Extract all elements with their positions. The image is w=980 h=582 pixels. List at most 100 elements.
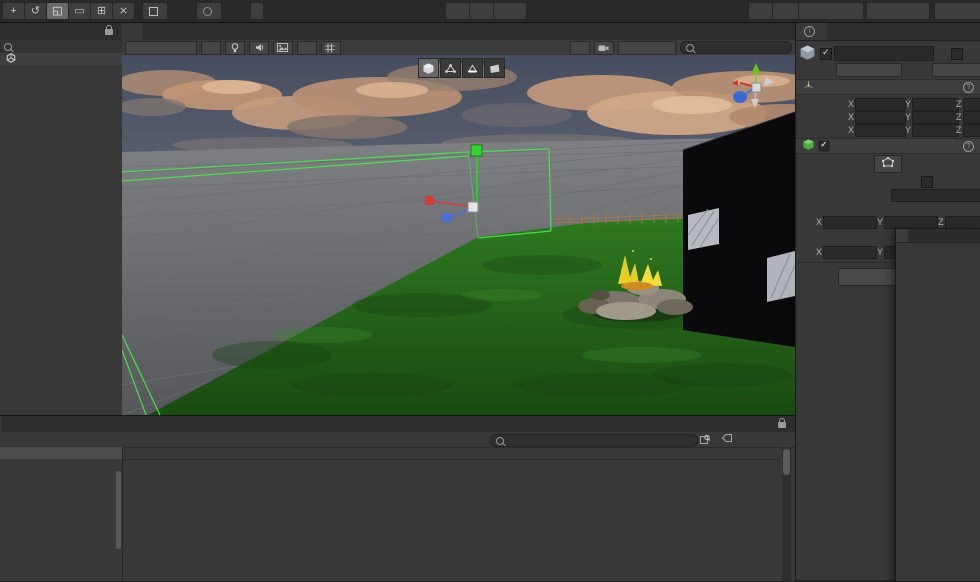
tab-profiler[interactable]: [162, 22, 182, 40]
step-button[interactable]: [493, 2, 527, 20]
scale-z-field[interactable]: [963, 124, 980, 137]
is-trigger-checkbox[interactable]: [921, 176, 934, 188]
move-tool-button[interactable]: +: [2, 2, 25, 20]
assets-root-item[interactable]: [0, 447, 122, 459]
scale-tool-button[interactable]: ◱: [46, 2, 69, 20]
grid-snap-button[interactable]: [250, 2, 264, 20]
shading-dropdown[interactable]: [125, 40, 197, 55]
inspector-tabbar: i: [796, 22, 980, 41]
gizmo-center-handle[interactable]: [467, 201, 479, 213]
axis-x-cone[interactable]: [732, 80, 738, 86]
gizmos-dropdown[interactable]: [618, 40, 676, 55]
project-folder-tree: [0, 447, 123, 581]
position-z-field[interactable]: [963, 98, 980, 111]
probuilder-title: [896, 229, 908, 242]
layer-dropdown[interactable]: [932, 63, 980, 77]
probuilder-titlebar[interactable]: [896, 229, 980, 243]
tab-lighting[interactable]: [847, 22, 867, 40]
layout-dropdown[interactable]: [934, 2, 980, 20]
hierarchy-search[interactable]: [0, 40, 122, 54]
tag-dropdown[interactable]: [836, 63, 902, 77]
scene-toolbar: [122, 40, 795, 56]
face-mode-button[interactable]: [484, 58, 505, 78]
scale-x-field[interactable]: [855, 124, 906, 137]
size-x-field[interactable]: [823, 246, 877, 259]
transform-component-header[interactable]: ?: [796, 79, 980, 95]
effects-icon: [276, 43, 288, 52]
scrollbar-thumb[interactable]: [783, 449, 790, 475]
axis-y-cone[interactable]: [751, 63, 761, 74]
rotate-tool-button[interactable]: ↺: [24, 2, 47, 20]
speaker-icon: [255, 44, 263, 51]
tab-inspector[interactable]: i: [796, 22, 827, 40]
gizmo-x-handle[interactable]: [425, 196, 434, 205]
scene-search-input[interactable]: [680, 41, 792, 54]
scene-hidden-count[interactable]: [297, 40, 317, 55]
gizmo-z-handle[interactable]: [442, 213, 451, 222]
lock-icon[interactable]: [105, 25, 113, 35]
tab-project[interactable]: [0, 416, 2, 432]
hierarchy-panel: [0, 22, 123, 415]
custom-tool-button[interactable]: ⨯: [112, 2, 135, 20]
scene-viewport[interactable]: [122, 55, 795, 415]
tab-animator[interactable]: [182, 22, 202, 40]
2d-toggle[interactable]: [201, 40, 221, 55]
orientation-gizmo[interactable]: [726, 61, 788, 111]
rotation-x-field[interactable]: [855, 111, 906, 124]
search-by-label-button[interactable]: [722, 434, 732, 442]
axis-cone[interactable]: [751, 99, 759, 108]
scene-lighting-toggle[interactable]: [225, 40, 245, 55]
scene-effects-dropdown[interactable]: [273, 40, 293, 55]
search-by-type-icon: [700, 434, 710, 444]
tab-console[interactable]: [98, 416, 118, 432]
search-by-type-button[interactable]: [700, 434, 710, 444]
edge-mode-button[interactable]: [462, 58, 483, 78]
transform-tool-button[interactable]: ⊞: [90, 2, 113, 20]
help-icon[interactable]: ?: [963, 81, 974, 93]
scene-camera-dropdown[interactable]: [594, 40, 614, 55]
rotation-z-field[interactable]: [963, 111, 980, 124]
axis-z-cone[interactable]: [733, 91, 747, 103]
edge-mode-icon: [467, 64, 478, 73]
center-x-field[interactable]: [823, 216, 877, 229]
lightbulb-icon: [231, 42, 239, 52]
active-checkbox[interactable]: [820, 47, 832, 60]
grid-scrollbar[interactable]: [782, 447, 791, 581]
tab-game[interactable]: [142, 22, 162, 40]
axis-center-cube[interactable]: [751, 82, 762, 93]
layers-dropdown[interactable]: [866, 2, 930, 20]
box-collider-header[interactable]: ?: [796, 138, 980, 154]
tab-navigation[interactable]: [827, 22, 847, 40]
tab-audio-mixer[interactable]: [262, 416, 282, 432]
object-name-field[interactable]: [834, 46, 934, 61]
project-search-input[interactable]: [490, 434, 698, 447]
scene-tools-button[interactable]: [570, 40, 590, 55]
position-x-field[interactable]: [855, 98, 906, 111]
scene-view-panel: [122, 22, 796, 415]
rotation-y-field[interactable]: [912, 111, 959, 124]
account-dropdown[interactable]: [798, 2, 864, 20]
scale-y-field[interactable]: [912, 124, 959, 137]
vertex-mode-button[interactable]: [440, 58, 461, 78]
pivot-toggle[interactable]: [142, 2, 168, 20]
scene-audio-toggle[interactable]: [249, 40, 269, 55]
edit-collider-icon: [881, 156, 895, 171]
rect-tool-button[interactable]: ▭: [68, 2, 91, 20]
help-icon[interactable]: ?: [963, 140, 974, 152]
black-wall: [682, 111, 795, 347]
scene-grid-dropdown[interactable]: [321, 40, 341, 55]
axis-cone[interactable]: [764, 77, 774, 86]
tab-scene[interactable]: [122, 22, 142, 40]
component-enabled-checkbox[interactable]: [818, 140, 830, 152]
material-field[interactable]: [891, 189, 980, 202]
static-checkbox[interactable]: [951, 48, 964, 60]
local-toggle[interactable]: [196, 2, 222, 20]
project-panel: [0, 415, 795, 581]
tree-scrollbar[interactable]: [116, 471, 121, 549]
position-y-field[interactable]: [912, 98, 959, 111]
edit-collider-button[interactable]: [874, 155, 902, 173]
transform-icon: [803, 80, 814, 94]
lock-icon[interactable]: [778, 418, 786, 428]
object-mode-button[interactable]: [418, 58, 439, 78]
scene-header-row[interactable]: [0, 52, 122, 65]
